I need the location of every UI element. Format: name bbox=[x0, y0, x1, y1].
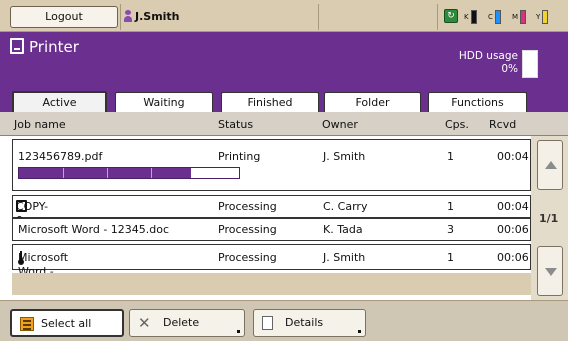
job-name: 123456789.pdf bbox=[18, 150, 103, 163]
select-all-label: Select all bbox=[41, 317, 92, 330]
hdd-usage-gauge bbox=[522, 50, 538, 78]
toner-label: C bbox=[488, 13, 493, 21]
toner-magenta: M bbox=[512, 10, 527, 24]
job-owner: J. Smith bbox=[323, 251, 366, 264]
job-copies: 1 bbox=[447, 150, 454, 163]
toner-cyan: C bbox=[488, 10, 501, 24]
page-indicator: 1/1 bbox=[539, 212, 559, 225]
job-copies: 1 bbox=[447, 251, 454, 264]
tab-folder[interactable]: Folder bbox=[324, 92, 421, 112]
user-icon bbox=[124, 10, 132, 22]
print-progress-bar bbox=[18, 167, 240, 179]
page-title: Printer bbox=[29, 38, 79, 56]
print-progress-fill bbox=[19, 168, 191, 178]
toner-black: K bbox=[464, 10, 477, 24]
divider bbox=[437, 4, 438, 30]
column-copies: Cps. bbox=[445, 118, 469, 131]
toner-label: K bbox=[464, 13, 469, 21]
job-owner: J. Smith bbox=[323, 150, 366, 163]
document-icon bbox=[262, 316, 273, 330]
current-user: J.Smith bbox=[124, 6, 180, 28]
arrow-down-icon bbox=[545, 268, 557, 276]
divider bbox=[120, 4, 121, 30]
tab-active[interactable]: Active bbox=[12, 91, 107, 113]
toner-status-ok-icon: ↻ bbox=[444, 9, 458, 23]
toner-label: Y bbox=[536, 13, 541, 21]
scroll-up-button[interactable] bbox=[537, 140, 563, 190]
progress-tick bbox=[107, 168, 108, 178]
select-all-button[interactable]: Select all bbox=[10, 309, 124, 337]
list-icon bbox=[20, 317, 34, 331]
logout-button[interactable]: Logout bbox=[10, 6, 118, 28]
job-received: 00:04 bbox=[497, 150, 529, 163]
arrow-up-icon bbox=[545, 161, 557, 169]
toner-label: M bbox=[512, 13, 519, 21]
close-icon: ✕ bbox=[138, 314, 151, 332]
job-status: Processing bbox=[218, 251, 277, 264]
job-owner: C. Carry bbox=[323, 200, 368, 213]
scroll-down-button[interactable] bbox=[537, 246, 563, 296]
toner-yellow: Y bbox=[536, 10, 549, 24]
job-owner: K. Tada bbox=[323, 223, 363, 236]
tab-functions[interactable]: Functions bbox=[428, 92, 527, 112]
tab-finished[interactable]: Finished bbox=[221, 92, 319, 112]
job-received: 00:06 bbox=[497, 251, 529, 264]
job-copies: 3 bbox=[447, 223, 454, 236]
progress-tick bbox=[63, 168, 64, 178]
divider bbox=[318, 4, 319, 30]
table-row[interactable]: Microsoft Word - 12345.doc Processing K.… bbox=[12, 218, 531, 241]
delete-label: Delete bbox=[163, 316, 200, 329]
toner-level-bar bbox=[470, 10, 477, 24]
table-row[interactable]: COPY-0 Processing C. Carry 1 00:04 bbox=[12, 195, 531, 227]
job-status: Processing bbox=[218, 223, 277, 236]
job-status: Printing bbox=[218, 150, 261, 163]
table-row[interactable]: 123456789.pdf Printing J. Smith 1 00:04 bbox=[12, 139, 531, 191]
table-row[interactable]: Microsoft Word - 12345.doc Processing J.… bbox=[12, 244, 531, 292]
column-received: Rcvd bbox=[489, 118, 517, 131]
user-name: J.Smith bbox=[135, 10, 180, 23]
details-label: Details bbox=[285, 316, 324, 329]
printer-icon bbox=[10, 38, 24, 54]
delete-button[interactable]: ✕ Delete bbox=[129, 309, 245, 337]
toner-level-bar bbox=[520, 10, 527, 24]
job-name: Microsoft Word - 12345.doc bbox=[18, 223, 170, 236]
column-job-name: Job name bbox=[14, 118, 66, 131]
job-copies: 1 bbox=[447, 200, 454, 213]
submenu-indicator bbox=[237, 330, 240, 333]
progress-tick bbox=[151, 168, 152, 178]
hdd-usage-value: 0% bbox=[501, 63, 518, 75]
tab-waiting[interactable]: Waiting bbox=[115, 92, 213, 112]
toner-level-bar bbox=[494, 10, 501, 24]
details-button[interactable]: Details bbox=[253, 309, 366, 337]
top-status-bar: Logout J.Smith ↻ K C M Y bbox=[0, 0, 568, 32]
column-owner: Owner bbox=[322, 118, 358, 131]
column-status: Status bbox=[218, 118, 254, 131]
list-empty-area bbox=[12, 273, 531, 295]
job-received: 00:04 bbox=[497, 200, 529, 213]
job-received: 00:06 bbox=[497, 223, 529, 236]
job-table-header: Job name Status Owner Cps. Rcvd bbox=[0, 112, 568, 136]
hdd-usage: HDD usage 0% bbox=[440, 50, 518, 76]
job-status: Processing bbox=[218, 200, 277, 213]
hdd-usage-label: HDD usage bbox=[458, 50, 518, 62]
submenu-indicator bbox=[358, 330, 361, 333]
toner-level-bar bbox=[542, 10, 549, 24]
